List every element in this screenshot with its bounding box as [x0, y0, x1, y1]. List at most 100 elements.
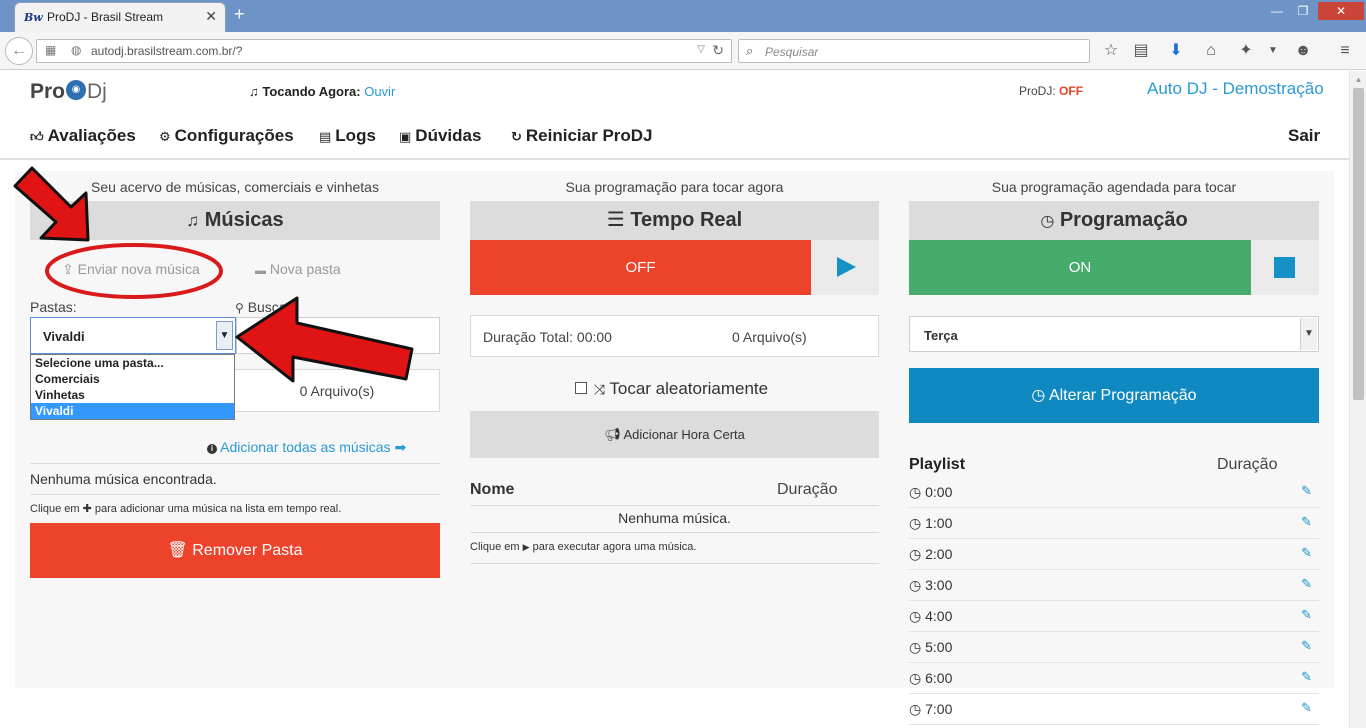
search-input[interactable]	[236, 317, 440, 354]
programacao-header: ◷ Programação	[909, 201, 1319, 240]
playlist-row[interactable]: ◷ 5:00 ✎	[909, 632, 1319, 663]
shuffle-icon: ⤨	[593, 381, 605, 397]
edit-pencil-icon[interactable]: ✎	[1301, 545, 1312, 561]
total-duration: Duração Total: 00:00	[483, 329, 612, 345]
chevron-down-icon[interactable]: ▼	[1300, 318, 1317, 350]
playlist-row[interactable]: ◷ 3:00 ✎	[909, 570, 1319, 601]
maximize-button[interactable]: ❐	[1292, 2, 1314, 20]
upload-icon: ⇪	[62, 261, 74, 277]
stop-button[interactable]	[1251, 240, 1319, 295]
playlist-row[interactable]: ◷ 0:00 ✎	[909, 477, 1319, 508]
menu-configuracoes[interactable]: ⚙ Configurações	[159, 126, 294, 146]
folder-select[interactable]: Vivaldi ▼	[30, 317, 236, 354]
playlist-row[interactable]: ◷ 2:00 ✎	[909, 539, 1319, 570]
edit-pencil-icon[interactable]: ✎	[1301, 669, 1312, 685]
musicas-caption: Seu acervo de músicas, comerciais e vinh…	[91, 179, 379, 195]
edit-pencil-icon[interactable]: ✎	[1301, 700, 1312, 716]
change-schedule-button[interactable]: ◷ Alterar Programação	[909, 368, 1319, 423]
clock-icon: ◷	[909, 670, 922, 686]
gear-icon: ⚙	[159, 129, 171, 144]
divider	[30, 494, 440, 495]
logout-link[interactable]: Sair	[1288, 126, 1320, 146]
browser-tab[interactable]: Bw ProDJ - Brasil Stream ✕	[14, 2, 226, 32]
remove-folder-button[interactable]: 🗑︎ Remover Pasta	[30, 523, 440, 578]
upload-music-button[interactable]: ⇪ Enviar nova música	[62, 261, 200, 278]
edit-pencil-icon[interactable]: ✎	[1301, 607, 1312, 623]
briefcase-icon: ▣	[399, 129, 412, 144]
menu-avaliacoes[interactable]: 👍︎ Avaliações	[30, 126, 136, 146]
edit-pencil-icon[interactable]: ✎	[1301, 483, 1312, 499]
page-icon: ▦	[45, 43, 57, 57]
add-all-music-link[interactable]: i Adicionar todas as músicas ➡	[207, 439, 406, 456]
programacao-status-button[interactable]: ON	[909, 240, 1251, 295]
musicas-title: Músicas	[204, 209, 284, 231]
folder-option-selected[interactable]: Vivaldi	[31, 403, 234, 419]
address-bar[interactable]: ▦ ◍ autodj.brasilstream.com.br/? ▽ ↻	[36, 39, 732, 63]
shuffle-toggle[interactable]: ⤨ Tocar aleatoriamente	[575, 379, 768, 399]
reload-icon[interactable]: ↻	[712, 42, 724, 59]
addon-icon[interactable]: ✦	[1235, 41, 1257, 63]
playlist-row[interactable]: ◷ 4:00 ✎	[909, 601, 1319, 632]
menu-duvidas[interactable]: ▣ Dúvidas	[399, 126, 481, 146]
folder-option[interactable]: Vinhetas	[31, 387, 234, 403]
megaphone-icon: 📢︎	[604, 427, 621, 442]
chevron-down-icon[interactable]: ▼	[216, 321, 233, 350]
reading-list-icon[interactable]: ▤	[1130, 41, 1152, 63]
hamburger-menu-icon[interactable]: ≡	[1334, 41, 1356, 63]
add-hora-certa-button[interactable]: 📢︎ Adicionar Hora Certa	[470, 411, 879, 458]
tempo-real-status-button[interactable]: OFF	[470, 240, 811, 295]
info-icon: i	[207, 444, 217, 454]
folder-option[interactable]: Comerciais	[31, 371, 234, 387]
playlist-row[interactable]: ◷ 1:00 ✎	[909, 508, 1319, 539]
menu-logs[interactable]: ▤ Logs	[319, 126, 376, 146]
col-duration-header: Duração	[777, 481, 838, 498]
playlist-row[interactable]: ◷ 6:00 ✎	[909, 663, 1319, 694]
play-button[interactable]	[811, 240, 879, 295]
edit-pencil-icon[interactable]: ✎	[1301, 514, 1312, 530]
prodj-status: ProDJ: OFF	[1019, 84, 1084, 98]
page-scrollbar[interactable]: ▲	[1349, 71, 1366, 728]
new-folder-button[interactable]: ▬ Nova pasta	[255, 261, 341, 277]
url-text: autodj.brasilstream.com.br/?	[91, 44, 243, 58]
day-select[interactable]: Terça ▼	[909, 316, 1319, 352]
listen-link[interactable]: Ouvir	[364, 84, 395, 99]
tempo-real-header: ☰ Tempo Real	[470, 201, 879, 240]
shuffle-checkbox[interactable]	[575, 382, 587, 394]
divider	[470, 532, 879, 533]
home-icon[interactable]: ⌂	[1200, 41, 1222, 63]
tab-close-icon[interactable]: ✕	[205, 8, 217, 25]
folder-option[interactable]: Selecione uma pasta...	[31, 355, 234, 371]
playlist-row[interactable]: ◷ 7:00 ✎	[909, 694, 1319, 725]
search-label: ⚲ Buscar:	[235, 299, 296, 315]
menu-reiniciar[interactable]: ↻ Reiniciar ProDJ	[511, 126, 653, 146]
play-small-icon: ▶	[522, 542, 530, 552]
back-button[interactable]: ←	[5, 37, 33, 65]
history-dropdown-icon[interactable]: ▽	[697, 44, 705, 55]
clock-icon: ◷	[909, 639, 922, 655]
scroll-thumb[interactable]	[1353, 88, 1364, 400]
minimize-button[interactable]: —	[1266, 2, 1288, 20]
refresh-icon: ↻	[511, 129, 522, 144]
close-window-button[interactable]: ✕	[1318, 2, 1364, 20]
plus-icon: ✚	[82, 503, 92, 515]
playlist-header: Playlist	[909, 456, 966, 473]
prodj-logo[interactable]: Pro ◉ Dj	[30, 80, 107, 104]
bookmark-star-icon[interactable]: ☆	[1100, 41, 1122, 63]
web-page: Pro ◉ Dj ♫ Tocando Agora: Ouvir ProDJ: OFF…	[0, 71, 1366, 728]
browser-titlebar: Bw ProDJ - Brasil Stream ✕ + — ❐ ✕	[0, 0, 1366, 32]
addon-dropdown-icon[interactable]: ▼	[1262, 41, 1284, 63]
trash-icon: 🗑︎	[167, 542, 188, 559]
scroll-up-icon[interactable]: ▲	[1350, 71, 1366, 88]
folder-dropdown-list[interactable]: Selecione uma pasta... Comerciais Vinhet…	[30, 354, 235, 420]
search-bar[interactable]: ⌕ Pesquisar	[738, 39, 1090, 63]
edit-pencil-icon[interactable]: ✎	[1301, 638, 1312, 654]
download-icon[interactable]: ⬇	[1165, 41, 1187, 63]
edit-pencil-icon[interactable]: ✎	[1301, 576, 1312, 592]
book-icon: ▤	[319, 129, 332, 144]
new-tab-button[interactable]: +	[234, 4, 245, 25]
divider	[30, 463, 440, 464]
now-playing: ♫ Tocando Agora: Ouvir	[249, 84, 395, 99]
account-name[interactable]: Auto DJ - Demostração	[1147, 79, 1324, 99]
musicas-header: ♫ Músicas	[30, 201, 440, 240]
sync-icon[interactable]: ☻	[1292, 41, 1314, 63]
